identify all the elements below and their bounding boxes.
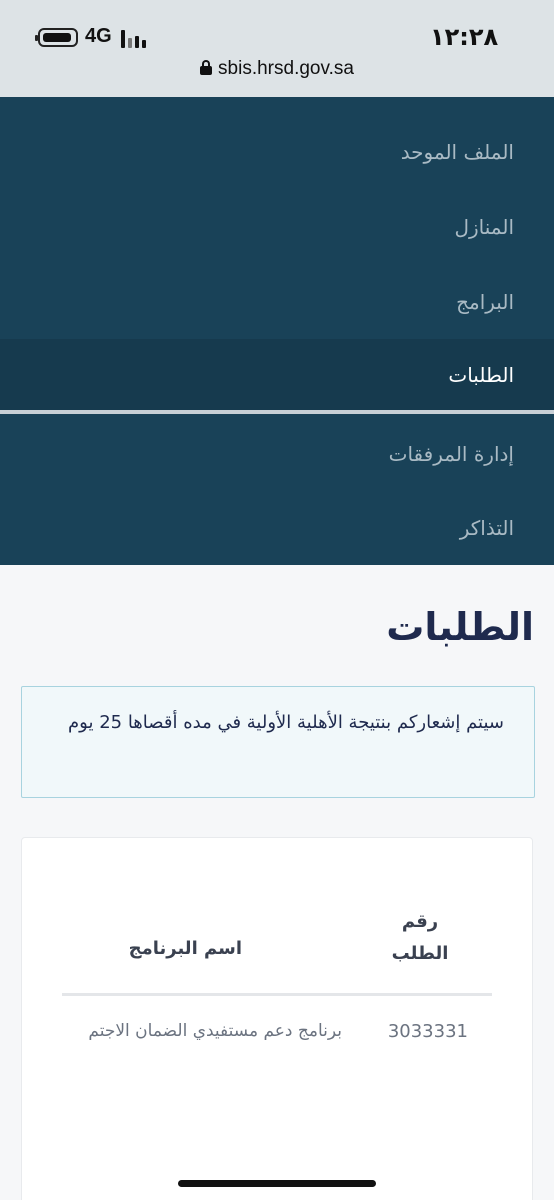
info-alert: سيتم إشعاركم بنتيجة الأهلية الأولية في م…	[21, 686, 535, 798]
column-header-request-number: رقم الطلب	[391, 911, 449, 964]
page-title: الطلبات	[386, 605, 534, 649]
signal-bars-icon	[121, 28, 151, 48]
system-top-bar: 4G ١٢:٢٨ sbis.hrsd.gov.sa	[0, 0, 554, 97]
home-indicator[interactable]	[178, 1180, 376, 1187]
url-text: sbis.hrsd.gov.sa	[218, 58, 354, 79]
table-cell-request-number[interactable]: 3033331	[388, 1021, 468, 1042]
requests-table-card: رقم الطلب اسم البرنامج 3033331 برنامج دع…	[21, 837, 533, 1200]
nav-item-attachments[interactable]: إدارة المرفقات	[0, 416, 554, 491]
network-type: 4G	[85, 25, 112, 47]
status-bar: 4G ١٢:٢٨	[0, 22, 554, 56]
table-header-divider	[62, 993, 492, 996]
nav-item-requests[interactable]: الطلبات	[0, 339, 554, 414]
table-cell-program-name[interactable]: برنامج دعم مستفيدي الضمان الاجتم	[42, 1021, 342, 1041]
column-header-program-name: اسم البرنامج	[128, 938, 242, 959]
clock-time: ١٢:٢٨	[430, 23, 499, 51]
main-content: الطلبات سيتم إشعاركم بنتيجة الأهلية الأو…	[0, 565, 554, 1200]
nav-item-tickets[interactable]: التذاكر	[0, 490, 554, 565]
battery-icon	[35, 28, 78, 47]
nav-item-unified-file[interactable]: الملف الموحد	[0, 114, 554, 189]
address-bar[interactable]: sbis.hrsd.gov.sa	[0, 58, 554, 86]
nav-item-programs[interactable]: البرامج	[0, 264, 554, 339]
nav-item-homes[interactable]: المنازل	[0, 189, 554, 264]
lock-icon	[200, 60, 213, 75]
side-navigation-menu: الملف الموحد المنازل البرامج الطلبات إدا…	[0, 97, 554, 565]
